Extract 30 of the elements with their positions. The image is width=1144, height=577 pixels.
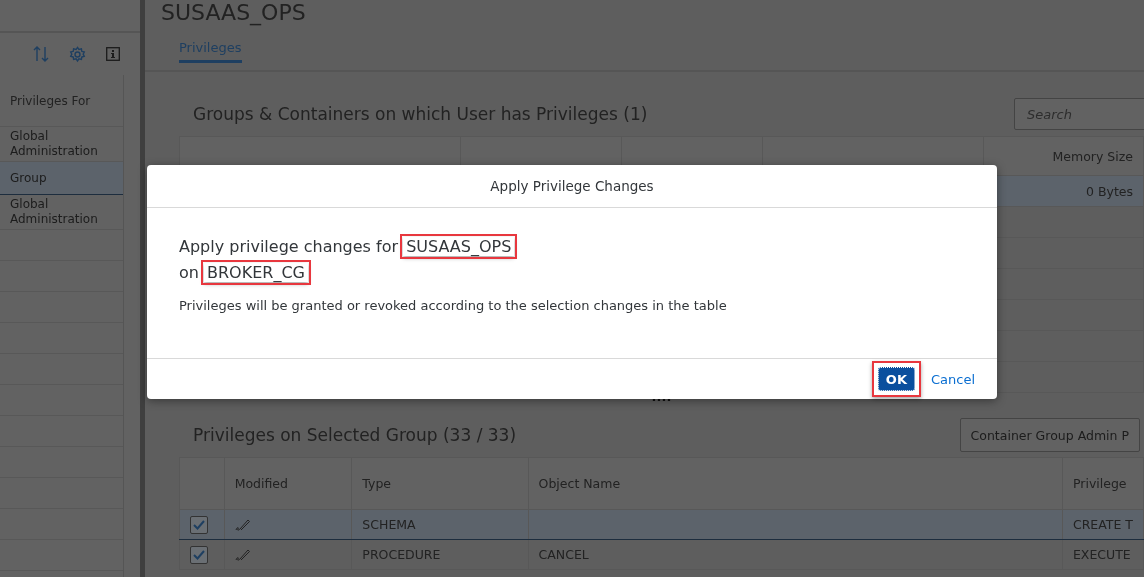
list-item[interactable]: Group bbox=[0, 162, 123, 195]
list-item[interactable]: Global Administration bbox=[0, 195, 123, 230]
table-cell: CANCEL bbox=[528, 539, 1063, 570]
section-title: Privileges on Selected Group (33 / 33) bbox=[192, 425, 517, 445]
settings-icon[interactable] bbox=[69, 45, 86, 63]
cancel-link[interactable]: Cancel bbox=[930, 371, 975, 387]
page-title: SUSAAS_OPS bbox=[160, 0, 307, 24]
info-icon[interactable] bbox=[106, 47, 120, 61]
dialog-title: Apply Privilege Changes bbox=[147, 165, 997, 208]
filter-dropdown[interactable]: Container Group Admin P bbox=[959, 418, 1140, 452]
checkbox[interactable] bbox=[190, 515, 208, 534]
column-header[interactable]: Privilege bbox=[1062, 457, 1144, 510]
tab[interactable]: Privileges bbox=[179, 36, 242, 63]
list-header: Privileges For bbox=[0, 75, 123, 127]
column-header[interactable]: Type bbox=[351, 457, 529, 510]
dialog-note: Privileges will be granted or revoked according to the selection changes in the table bbox=[179, 298, 728, 313]
table-cell: CREATE T bbox=[1062, 509, 1144, 540]
table-cell: EXECUTE bbox=[1062, 539, 1144, 570]
column-header[interactable]: Modified bbox=[224, 457, 352, 510]
table-cell: PROCEDURE bbox=[351, 539, 529, 570]
pencil-icon bbox=[234, 547, 251, 562]
pencil-icon bbox=[234, 517, 251, 532]
ok-button[interactable]: OK bbox=[877, 367, 915, 391]
section-title: Groups & Containers on which User has Privileges (1) bbox=[192, 104, 648, 124]
column-header[interactable]: Object Name bbox=[528, 457, 1063, 510]
checkbox[interactable] bbox=[190, 545, 208, 564]
column-header[interactable]: Memory Size bbox=[983, 136, 1144, 176]
dialog-message: Apply privilege changes for SUSAAS_OPS on BROKER_CG bbox=[179, 234, 965, 286]
table-cell: SCHEMA bbox=[351, 509, 529, 540]
sort-icon[interactable] bbox=[33, 45, 49, 63]
